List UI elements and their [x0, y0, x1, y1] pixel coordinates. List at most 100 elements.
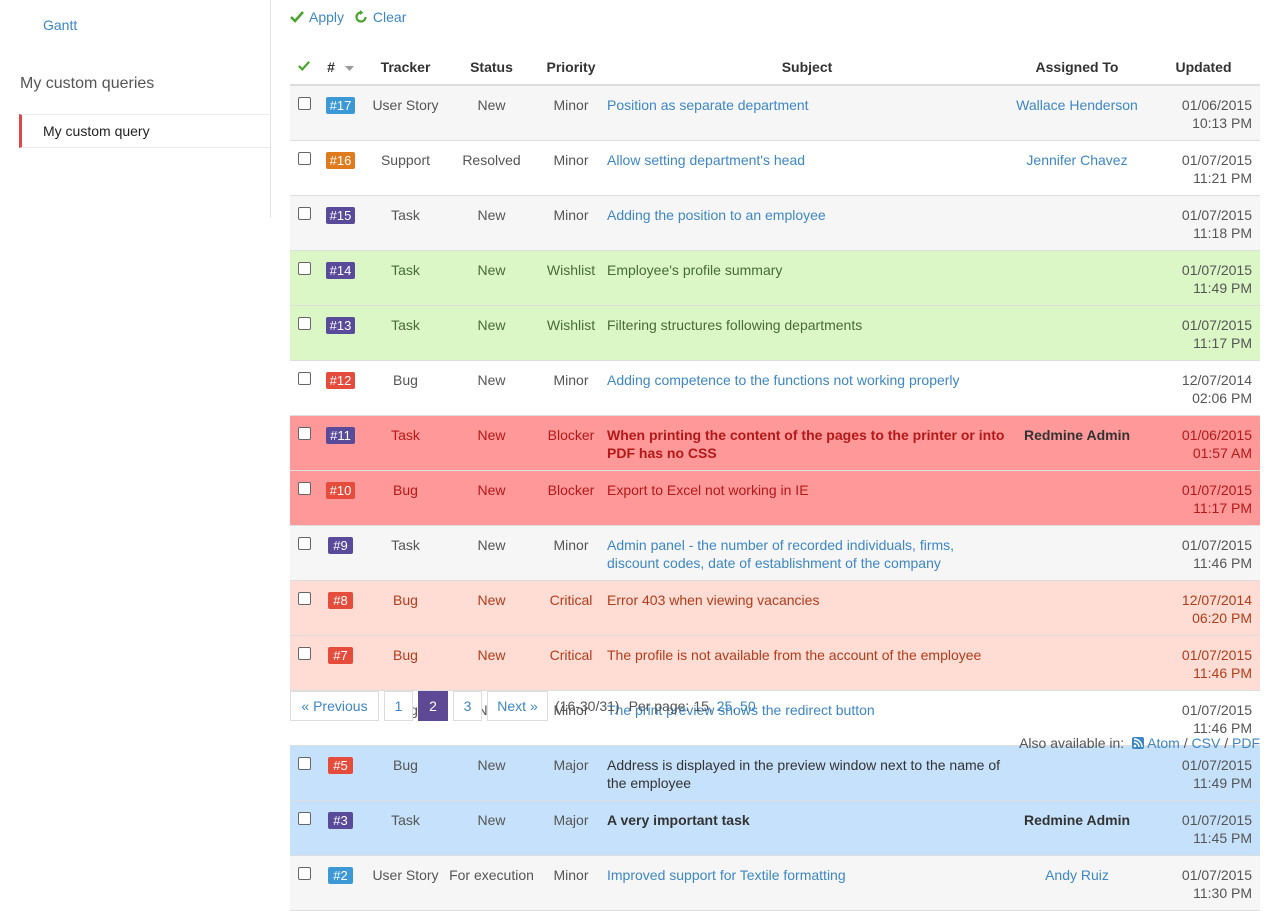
- row-checkbox[interactable]: [297, 592, 311, 605]
- table-row[interactable]: #16 Support Resolved Minor Allow setting dep…: [290, 140, 1260, 196]
- page-2-button[interactable]: 2: [418, 691, 448, 721]
- table-header-row: # Tracker Status Priority Subject Assign…: [290, 49, 1260, 86]
- issue-id-badge[interactable]: #2: [328, 867, 353, 884]
- row-checkbox[interactable]: [297, 812, 311, 825]
- issue-subject-link[interactable]: A very important task: [607, 801, 1007, 837]
- issue-assignee[interactable]: Redmine Admin: [1007, 801, 1147, 837]
- issue-subject-link[interactable]: Employee's profile summary: [607, 251, 1007, 287]
- issue-subject-link[interactable]: Filtering structures following departmen…: [607, 306, 1007, 342]
- table-row[interactable]: #3 Task New Major A very important task Redmi…: [290, 800, 1260, 856]
- table-row[interactable]: #13 Task New Wishlist Filtering structures f…: [290, 305, 1260, 361]
- previous-page-button[interactable]: « Previous: [290, 691, 379, 721]
- row-checkbox[interactable]: [297, 867, 311, 880]
- next-page-button[interactable]: Next »: [487, 691, 548, 721]
- table-row[interactable]: #9 Task New Minor Admin panel - the number o…: [290, 525, 1260, 581]
- issue-subject-link[interactable]: Adding the position to an employee: [607, 196, 1007, 232]
- issue-id-badge[interactable]: #3: [328, 812, 353, 829]
- issue-tracker: Bug: [393, 372, 418, 388]
- issue-assignee[interactable]: Jennifer Chavez: [1007, 141, 1147, 177]
- row-checkbox[interactable]: [297, 97, 311, 110]
- table-row[interactable]: #12 Bug New Minor Adding competence to the f…: [290, 360, 1260, 416]
- column-header-tracker[interactable]: Tracker: [363, 49, 448, 86]
- issue-id-badge[interactable]: #12: [325, 372, 356, 389]
- issue-id-badge[interactable]: #8: [328, 592, 353, 609]
- issue-id-badge[interactable]: #13: [325, 317, 356, 334]
- table-row[interactable]: #14 Task New Wishlist Employee's profile sum…: [290, 250, 1260, 306]
- row-checkbox[interactable]: [297, 757, 311, 770]
- issue-priority: Minor: [553, 537, 589, 553]
- issue-assignee[interactable]: Wallace Henderson: [1007, 86, 1147, 122]
- issue-subject-link[interactable]: Error 403 when viewing vacancies: [607, 581, 1007, 617]
- clear-button[interactable]: Clear: [354, 9, 406, 25]
- column-header-status[interactable]: Status: [448, 49, 535, 86]
- row-checkbox[interactable]: [297, 317, 311, 330]
- issue-assignee: [1007, 581, 1147, 599]
- column-header-id[interactable]: #: [318, 49, 363, 86]
- export-atom-link[interactable]: Atom: [1147, 735, 1180, 751]
- issue-subject-link[interactable]: When printing the content of the pages t…: [607, 416, 1007, 470]
- row-checkbox[interactable]: [297, 647, 311, 660]
- row-checkbox[interactable]: [297, 482, 311, 495]
- query-toolbar: Apply Clear: [290, 9, 412, 29]
- issue-assignee[interactable]: Andy Ruiz: [1007, 856, 1147, 892]
- table-row[interactable]: #7 Bug New Critical The profile is not avail…: [290, 635, 1260, 691]
- issue-tracker: Task: [391, 317, 420, 333]
- table-row[interactable]: #5 Bug New Major Address is displayed in the…: [290, 745, 1260, 801]
- issue-subject-link[interactable]: Address is displayed in the preview wind…: [607, 746, 1007, 800]
- issue-assignee: [1007, 306, 1147, 324]
- table-row[interactable]: #15 Task New Minor Adding the position to an…: [290, 195, 1260, 251]
- issue-updated: 01/07/2015 11:30 PM: [1181, 867, 1252, 901]
- issue-id-badge[interactable]: #17: [325, 97, 356, 114]
- row-checkbox[interactable]: [297, 372, 311, 385]
- issue-subject-link[interactable]: Adding competence to the functions not w…: [607, 361, 1007, 397]
- issue-id-badge[interactable]: #14: [325, 262, 356, 279]
- toggle-all-checkbox[interactable]: [290, 49, 318, 86]
- checkmark-icon[interactable]: [298, 60, 310, 72]
- table-row[interactable]: #2 User Story For execution Minor Improved s…: [290, 855, 1260, 911]
- table-row[interactable]: #11 Task New Blocker When printing the conte…: [290, 415, 1260, 471]
- issue-assignee[interactable]: Redmine Admin: [1007, 416, 1147, 452]
- row-checkbox[interactable]: [297, 262, 311, 275]
- issue-subject-link[interactable]: Allow setting department's head: [607, 141, 1007, 177]
- issue-id-badge[interactable]: #9: [328, 537, 353, 554]
- sidebar-item-my-custom-query[interactable]: My custom query: [19, 114, 270, 148]
- issue-updated: 01/07/2015 11:49 PM: [1181, 262, 1252, 296]
- export-csv-link[interactable]: CSV: [1192, 735, 1221, 751]
- issue-subject-link[interactable]: The profile is not available from the ac…: [607, 636, 1007, 672]
- issue-status: New: [477, 372, 506, 388]
- page-1-button[interactable]: 1: [384, 691, 413, 721]
- issue-tracker: Task: [391, 812, 420, 828]
- issue-subject-link[interactable]: Export to Excel not working in IE: [607, 471, 1007, 507]
- issue-id-badge[interactable]: #16: [325, 152, 356, 169]
- column-header-assignee[interactable]: Assigned To: [1007, 49, 1147, 86]
- issue-updated: 01/07/2015 11:45 PM: [1181, 812, 1252, 846]
- row-checkbox[interactable]: [297, 427, 311, 440]
- issue-subject-link[interactable]: Admin panel - the number of recorded ind…: [607, 526, 1007, 580]
- issue-id-badge[interactable]: #10: [325, 482, 356, 499]
- table-row[interactable]: #8 Bug New Critical Error 403 when viewing v…: [290, 580, 1260, 636]
- issue-subject-link[interactable]: Position as separate department: [607, 86, 1007, 122]
- rss-feed-icon: [1132, 737, 1145, 749]
- issue-id-badge[interactable]: #7: [328, 647, 353, 664]
- sort-desc-icon[interactable]: [344, 65, 354, 72]
- issue-subject-link[interactable]: Improved support for Textile formatting: [607, 856, 1007, 892]
- row-checkbox[interactable]: [297, 537, 311, 550]
- issue-id-badge[interactable]: #5: [328, 757, 353, 774]
- row-checkbox[interactable]: [297, 152, 311, 165]
- gantt-link[interactable]: Gantt: [43, 17, 77, 33]
- column-header-priority[interactable]: Priority: [535, 49, 607, 86]
- table-row[interactable]: #17 User Story New Minor Position as separat…: [290, 85, 1260, 141]
- column-header-updated[interactable]: Updated: [1147, 49, 1260, 86]
- table-row[interactable]: #10 Bug New Blocker Export to Excel not work…: [290, 470, 1260, 526]
- issue-status: Resolved: [462, 152, 521, 168]
- issue-updated: 01/07/2015 11:21 PM: [1181, 152, 1252, 186]
- export-pdf-link[interactable]: PDF: [1232, 735, 1260, 751]
- page-3-button[interactable]: 3: [453, 691, 482, 721]
- apply-button[interactable]: Apply: [290, 9, 344, 25]
- per-page-25-link[interactable]: 25: [717, 698, 733, 714]
- issue-id-badge[interactable]: #11: [326, 427, 355, 444]
- issue-id-badge[interactable]: #15: [325, 207, 356, 224]
- per-page-50-link[interactable]: 50: [740, 698, 756, 714]
- row-checkbox[interactable]: [297, 207, 311, 220]
- column-header-subject[interactable]: Subject: [607, 49, 1007, 86]
